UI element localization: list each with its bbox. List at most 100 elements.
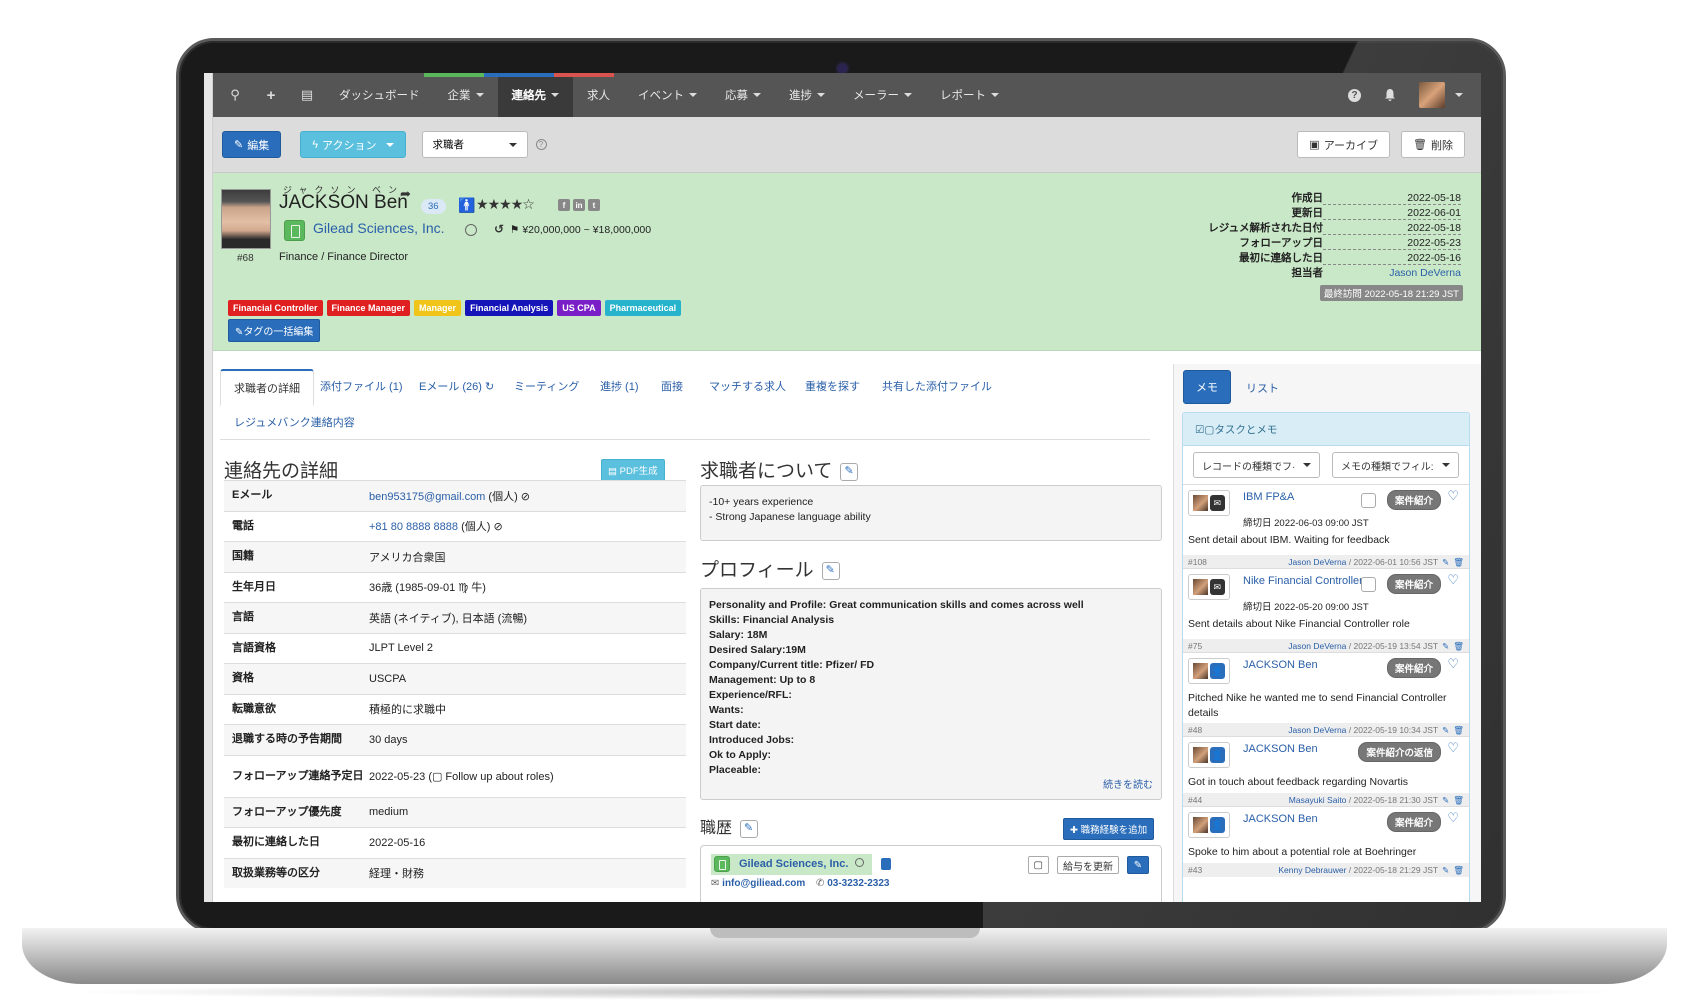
last-visit-badge: 最終訪問 2022-05-18 21:29 JST (1319, 285, 1463, 301)
nav-item-6[interactable]: 進捗 (775, 73, 839, 117)
facebook-icon[interactable]: f (558, 199, 570, 211)
add-experience-button[interactable]: ✚ 職務経験を追加 (1063, 818, 1155, 840)
memo-avatar[interactable]: 👤 (1188, 812, 1230, 838)
tab-5[interactable]: 面接 (661, 369, 683, 405)
company-link[interactable]: Gilead Sciences, Inc. (313, 220, 445, 236)
memo-author[interactable]: Jason DeVerna (1288, 641, 1346, 651)
memo-type-badge: 案件紹介 (1386, 490, 1441, 510)
tag[interactable]: Pharmaceutical (604, 300, 682, 316)
task-checkbox[interactable] (1361, 493, 1376, 508)
trash-icon[interactable]: 🗑 (1453, 795, 1464, 805)
note-button[interactable]: ▢ (1027, 856, 1049, 874)
memo-avatar[interactable]: 👤 (1188, 742, 1230, 768)
tag[interactable]: Financial Controller (228, 300, 323, 316)
tab-8[interactable]: 共有した添付ファイル (882, 369, 992, 405)
tab-9[interactable]: レジュメバンク連絡内容 (234, 405, 355, 441)
tab-7[interactable]: 重複を探す (805, 369, 860, 405)
heart-icon[interactable]: ♡ (1447, 740, 1459, 756)
memo-author[interactable]: Jason DeVerna (1288, 725, 1346, 735)
tag[interactable]: Finance Manager (326, 300, 411, 316)
memo-avatar[interactable]: ✉ (1188, 490, 1230, 516)
nav-item-3[interactable]: 求人 (573, 73, 624, 117)
tab-2[interactable]: Eメール (26) ↻ (419, 369, 494, 405)
heart-icon[interactable]: ♡ (1447, 488, 1459, 504)
contact-type-select[interactable]: 求職者 (421, 131, 528, 158)
memo-title[interactable]: JACKSON Ben (1243, 813, 1318, 825)
nav-item-4[interactable]: イベント (624, 73, 711, 117)
heart-icon[interactable]: ♡ (1447, 572, 1459, 588)
trash-icon[interactable]: 🗑 (1453, 865, 1464, 875)
edit-button[interactable]: ✎ 編集 (222, 131, 282, 158)
search-icon[interactable]: ⚲ (217, 87, 253, 103)
nav-item-0[interactable]: ダッシュボード (325, 73, 434, 117)
edit-icon[interactable]: ✎ (1442, 725, 1449, 735)
update-salary-button[interactable]: 給与を更新 (1057, 856, 1119, 874)
meta-value[interactable]: Jason DeVerna (1323, 267, 1461, 280)
generate-pdf-button[interactable]: ▤ PDF生成 (601, 459, 665, 481)
tab-1[interactable]: 添付ファイル (1) (320, 369, 403, 405)
about-line: - Strong Japanese language ability (709, 511, 871, 523)
task-checkbox[interactable] (1361, 577, 1376, 592)
nav-stripe (554, 73, 614, 77)
edit-profile-button[interactable] (821, 561, 840, 580)
rating-stars[interactable]: ★★★★☆ (476, 196, 535, 213)
trash-icon[interactable]: 🗑 (1453, 641, 1464, 651)
nav-item-8[interactable]: レポート (926, 73, 1013, 117)
tag[interactable]: US CPA (557, 300, 601, 316)
tab-6[interactable]: マッチする求人 (709, 369, 786, 405)
contact-card-icon[interactable] (881, 858, 891, 870)
memo-avatar[interactable]: ✉ (1188, 574, 1230, 600)
edit-experience-button[interactable]: ✎ (1127, 856, 1149, 874)
edit-icon[interactable]: ✎ (1442, 557, 1449, 567)
phone-link[interactable]: +81 80 8888 8888 (369, 521, 458, 533)
tab-list[interactable]: リスト (1246, 380, 1279, 396)
archive-button[interactable]: ▣ アーカイブ (1297, 131, 1391, 158)
action-button[interactable]: ϟ アクション (300, 131, 406, 158)
edit-career-button[interactable] (740, 819, 759, 838)
help-icon[interactable]: ? (535, 139, 547, 150)
tag[interactable]: Manager (414, 300, 462, 316)
memo-avatar[interactable]: 👤 (1188, 658, 1230, 684)
edit-icon[interactable]: ✎ (1442, 795, 1449, 805)
memo-author[interactable]: Kenny Debrauwer (1278, 865, 1346, 875)
memo-title[interactable]: JACKSON Ben (1243, 743, 1318, 755)
heart-icon[interactable]: ♡ (1447, 656, 1459, 672)
trash-icon[interactable]: 🗑 (1453, 557, 1464, 567)
tag[interactable]: Financial Analysis (465, 300, 554, 316)
experience-company[interactable]: Gilead Sciences, Inc. (711, 854, 872, 875)
nav-item-1[interactable]: 企業 (434, 73, 498, 117)
tab-0[interactable]: 求職者の詳細 (220, 369, 314, 406)
memo-author[interactable]: Masayuki Saito (1289, 795, 1347, 805)
star-filled-icon: ★ (487, 196, 501, 212)
record-type-filter[interactable]: レコードの種類でフ· (1193, 452, 1320, 478)
email-link[interactable]: ben953175@gmail.com (369, 491, 485, 503)
tab-memo[interactable]: メモ (1183, 370, 1231, 404)
bulk-edit-tags-button[interactable]: ✎タグの一括編集 (228, 319, 321, 342)
twitter-icon[interactable]: t (588, 199, 600, 211)
read-more-link[interactable]: 続きを読む (1103, 778, 1153, 793)
share-icon[interactable]: ➦ (400, 186, 411, 202)
heart-icon[interactable]: ♡ (1447, 810, 1459, 826)
plus-icon[interactable]: + (253, 87, 289, 104)
edit-about-button[interactable] (840, 462, 859, 481)
user-menu[interactable] (1419, 82, 1463, 108)
tab-4[interactable]: 進捗 (1) (600, 369, 639, 405)
nav-item-5[interactable]: 応募 (711, 73, 775, 117)
edit-icon[interactable]: ✎ (1442, 641, 1449, 651)
flag-icon: ⚑ (510, 224, 523, 236)
delete-button[interactable]: 🗑 削除 (1401, 131, 1465, 158)
memo-title[interactable]: IBM FP&A (1243, 491, 1294, 503)
nav-item-2[interactable]: 連絡先 (497, 73, 573, 117)
linkedin-icon[interactable]: in (573, 199, 585, 211)
memo-title[interactable]: JACKSON Ben (1243, 659, 1318, 671)
help-icon[interactable]: ? (1348, 88, 1361, 102)
nav-item-7[interactable]: メーラー (839, 73, 926, 117)
calendar-icon[interactable]: ▤ (289, 87, 325, 103)
memo-type-filter[interactable]: メモの種類でフィル: (1332, 452, 1459, 478)
bell-icon[interactable] (1383, 88, 1397, 102)
memo-author[interactable]: Jason DeVerna (1288, 557, 1346, 567)
trash-icon[interactable]: 🗑 (1453, 725, 1464, 735)
memo-title[interactable]: Nike Financial Controller (1243, 575, 1363, 587)
edit-icon[interactable]: ✎ (1442, 865, 1449, 875)
tab-3[interactable]: ミーティング (514, 369, 579, 405)
